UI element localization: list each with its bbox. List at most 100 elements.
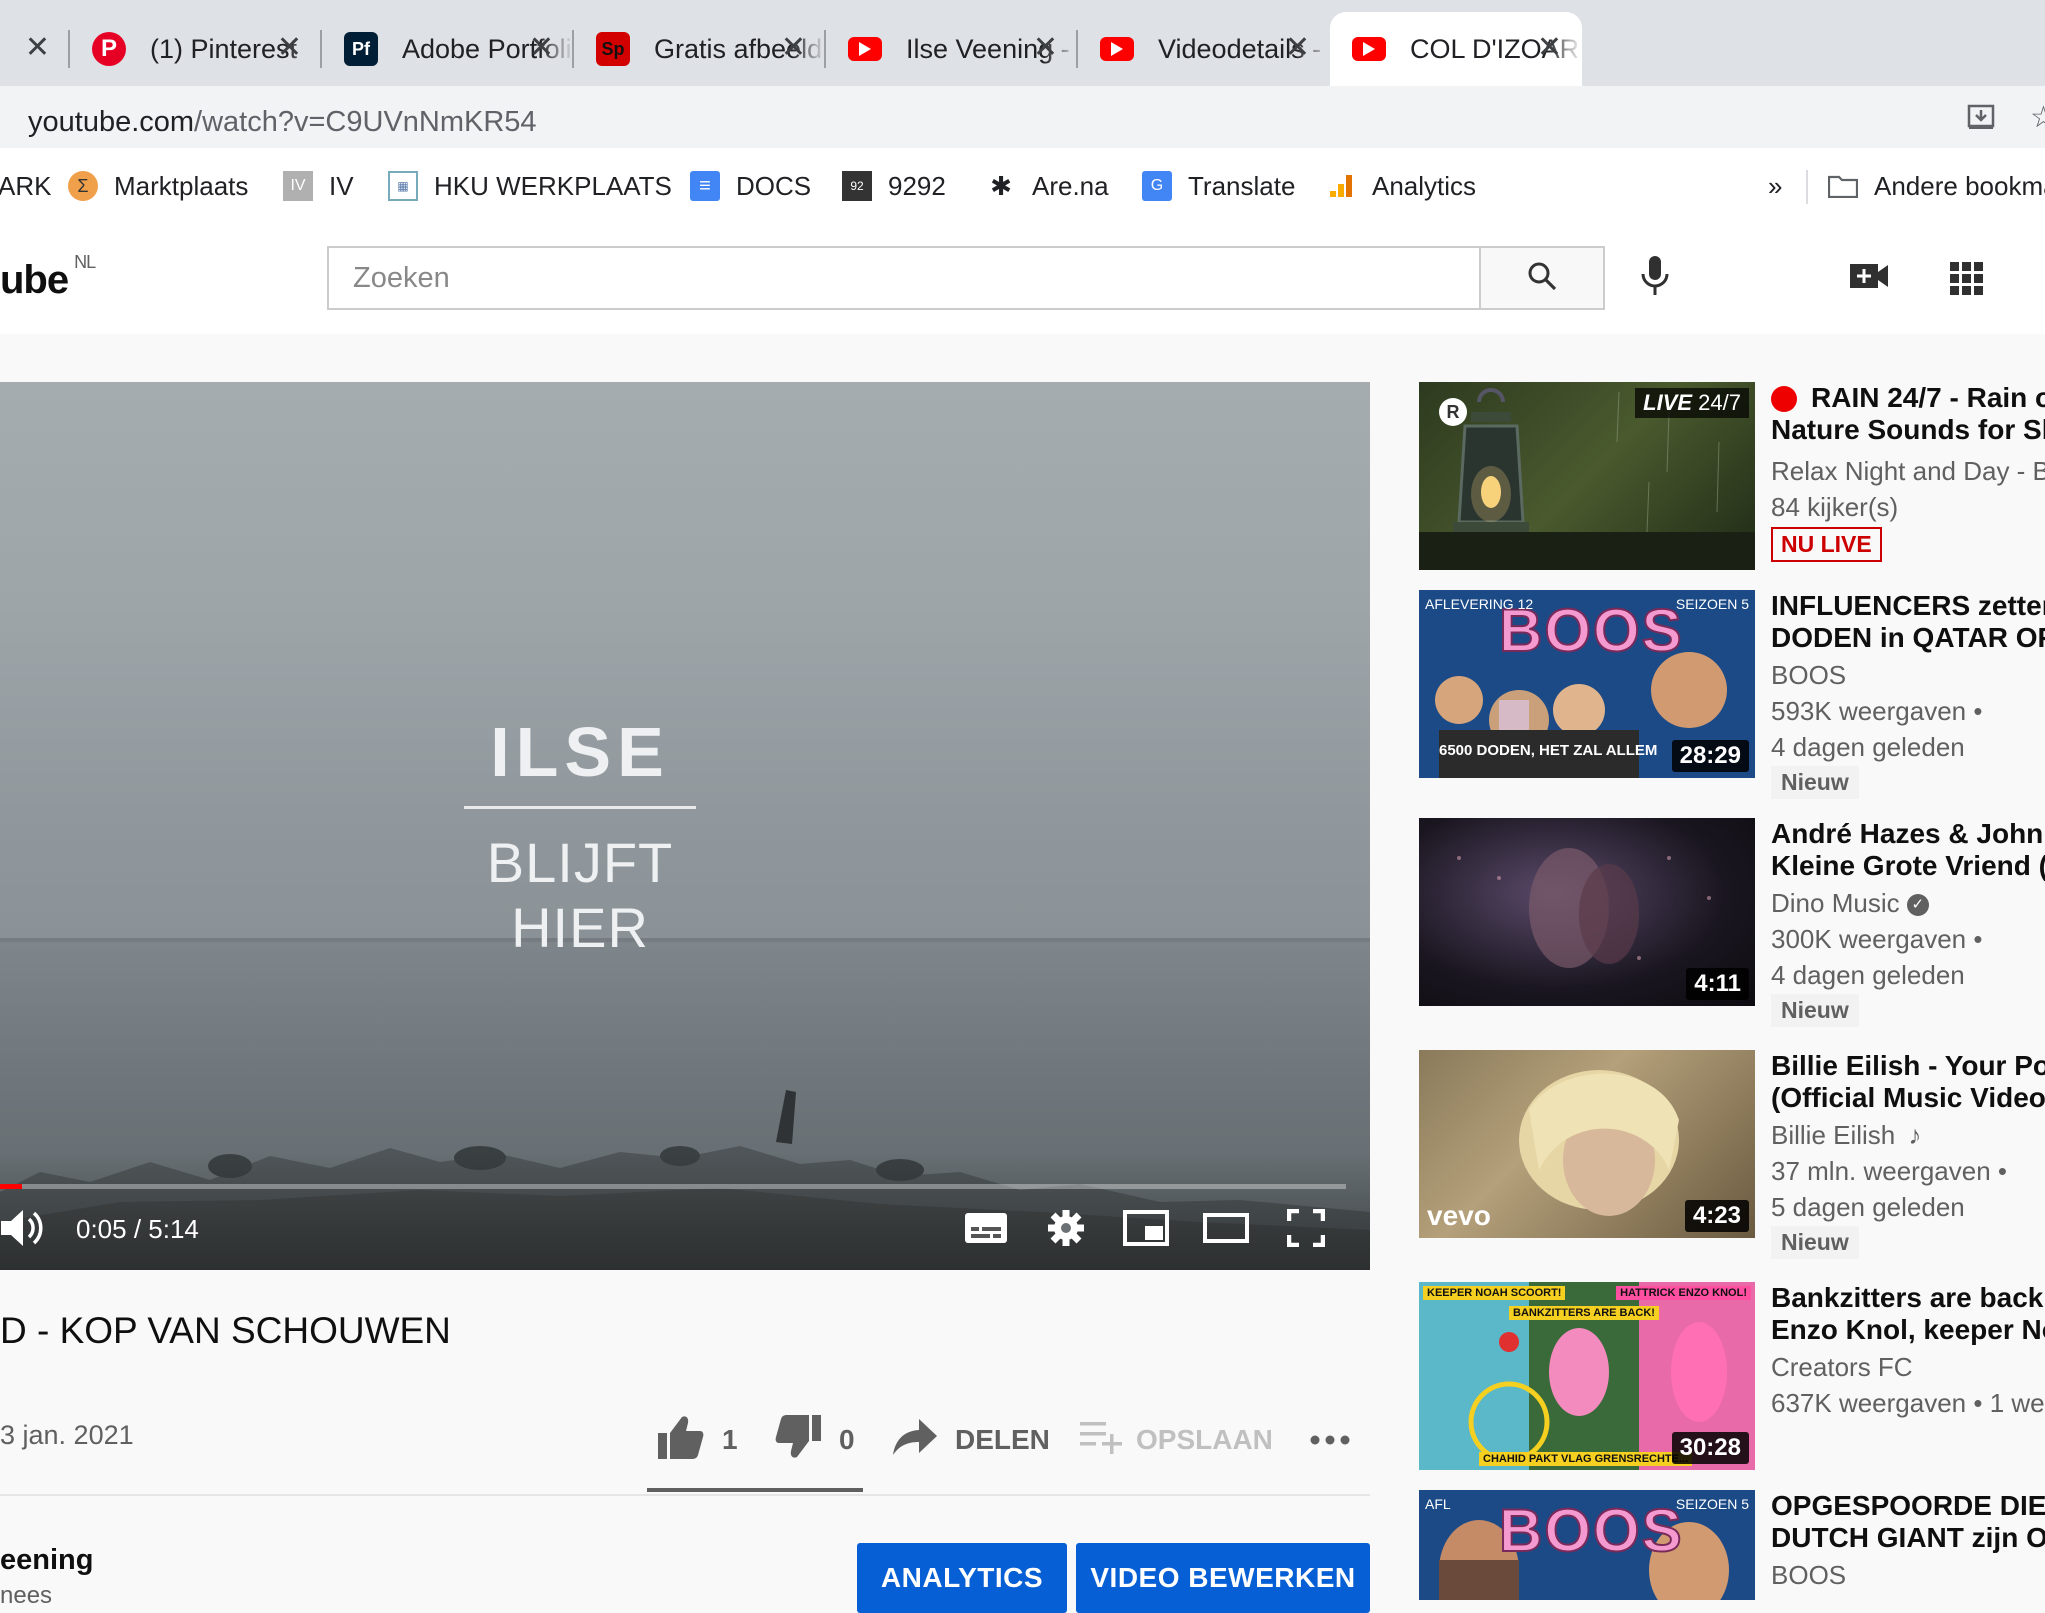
bookmark-docs[interactable]: ≡ DOCS xyxy=(690,150,811,222)
time-display: 0:05 / 5:14 xyxy=(76,1214,199,1244)
address-bar[interactable]: youtube.com/watch?v=C9UVnNmKR54 ☆ xyxy=(0,86,2045,150)
thumbs-up-icon xyxy=(658,1415,704,1466)
recommendation-channel[interactable]: Billie Eilish ♪ xyxy=(1771,1120,1922,1151)
bookmarks-bar: ARK Σ Marktplaats IV IV ▦ HKU WERKPLAATS… xyxy=(0,150,2045,224)
vevo-logo: vevo xyxy=(1427,1200,1491,1231)
folder-icon xyxy=(1828,171,1858,201)
star-icon[interactable]: ☆ xyxy=(2030,100,2045,135)
recommendation-title: André Hazes & John E xyxy=(1771,818,2045,849)
bookmarks-overflow[interactable]: » xyxy=(1768,150,1782,222)
recommendation-item[interactable]: 4:11 André Hazes & John E Kleine Grote V… xyxy=(1419,818,2045,1028)
bookmark-9292[interactable]: 92 9292 xyxy=(842,150,946,222)
recommendation-title-line2: DODEN in QATAR OPZ xyxy=(1771,622,2045,653)
video-player[interactable]: ILSE BLIJFT HIER 0:05 / 5:14 xyxy=(0,382,1370,1270)
youtube-icon xyxy=(848,37,882,61)
channel-name[interactable]: eening xyxy=(0,1544,93,1577)
recommendation-channel[interactable]: Dino Music ✓ xyxy=(1771,888,1929,919)
recommendation-channel[interactable]: Relax Night and Day - Be xyxy=(1771,456,2045,487)
tab-youtube-videodetails[interactable]: Videodetails - You ✕ xyxy=(1078,12,1330,86)
recommendation-channel[interactable]: BOOS xyxy=(1771,660,1846,691)
microphone-icon[interactable] xyxy=(1638,254,1672,303)
youtube-icon xyxy=(1100,37,1134,61)
recommendation-item[interactable]: vevo 4:23 Billie Eilish - Your Pow (Offi… xyxy=(1419,1050,2045,1260)
tab-spark[interactable]: Sp Gratis afbeeldingen ✕ xyxy=(574,12,826,86)
search-button[interactable] xyxy=(1479,246,1605,310)
progress-bar-fill xyxy=(0,1184,22,1189)
tab-close-icon[interactable]: ✕ xyxy=(1285,30,1310,66)
fullscreen-icon[interactable] xyxy=(1282,1204,1330,1252)
youtube-logo[interactable]: ube NL xyxy=(0,252,96,303)
tab-youtube-ilse[interactable]: Ilse Veening - You ✕ xyxy=(826,12,1078,86)
channel-logo-icon: R xyxy=(1439,398,1467,426)
create-video-icon[interactable] xyxy=(1850,262,1890,295)
boos-logo: BOOS xyxy=(1498,1496,1684,1565)
recommendation-views: 300K weergaven • xyxy=(1771,924,1983,954)
bookmark-translate[interactable]: G Translate xyxy=(1142,150,1295,222)
like-button[interactable]: 1 xyxy=(658,1410,738,1470)
recommendation-channel[interactable]: BOOS xyxy=(1771,1560,1846,1591)
music-note-icon: ♪ xyxy=(1908,1120,1922,1150)
search-input[interactable] xyxy=(329,248,1469,308)
recommendation-views: 37 mln. weergaven • xyxy=(1771,1156,2008,1186)
more-actions-icon[interactable] xyxy=(1310,1410,1350,1470)
progress-bar[interactable] xyxy=(0,1184,1346,1189)
video-thumbnail[interactable]: R LIVE 24/7 xyxy=(1419,382,1755,570)
video-thumbnail[interactable]: vevo 4:23 xyxy=(1419,1050,1755,1238)
dislike-button[interactable]: 0 xyxy=(775,1410,855,1470)
tab-close-icon[interactable]: ✕ xyxy=(1537,30,1562,66)
video-thumbnail[interactable]: BOOS AFL SEIZOEN 5 xyxy=(1419,1490,1755,1600)
recommendation-channel[interactable]: Creators FC xyxy=(1771,1352,1913,1383)
new-badge: Nieuw xyxy=(1771,994,1859,1027)
bookmark-analytics[interactable]: Analytics xyxy=(1326,150,1476,222)
recommendation-item[interactable]: KEEPER NOAH SCOORT! HATTRICK ENZO KNOL! … xyxy=(1419,1282,2045,1472)
url-text[interactable]: youtube.com/watch?v=C9UVnNmKR54 xyxy=(28,106,537,139)
analytics-button[interactable]: ANALYTICS xyxy=(857,1543,1067,1613)
tab-close-icon[interactable]: ✕ xyxy=(781,30,806,66)
tab-close-icon[interactable]: ✕ xyxy=(25,30,50,66)
tab-youtube-active[interactable]: COL D'IZOARD - ✕ xyxy=(1330,12,1582,86)
video-thumbnail[interactable]: 4:11 xyxy=(1419,818,1755,1006)
playlist-add-icon xyxy=(1080,1420,1122,1461)
recommendation-views: 84 kijker(s) xyxy=(1771,492,1899,522)
tab-close-icon[interactable]: ✕ xyxy=(1033,30,1058,66)
tab-close-icon[interactable]: ✕ xyxy=(277,30,302,66)
recommendation-item[interactable]: BOOS AFLEVERING 12 SEIZOEN 5 6500 DODEN,… xyxy=(1419,590,2045,800)
edit-video-button[interactable]: VIDEO BEWERKEN xyxy=(1076,1543,1370,1613)
tab-pinterest[interactable]: P (1) Pinterest ✕ xyxy=(70,12,322,86)
bookmark-iv[interactable]: IV IV xyxy=(283,150,354,222)
miniplayer-icon[interactable] xyxy=(1122,1204,1170,1252)
bookmark-arena[interactable]: ✱ Are.na xyxy=(986,150,1109,222)
other-bookmarks[interactable]: Andere bookmarks xyxy=(1828,150,2045,222)
translate-icon: G xyxy=(1142,171,1172,201)
save-button[interactable]: OPSLAAN xyxy=(1080,1410,1273,1470)
bookmark-ark[interactable]: ARK xyxy=(0,150,51,222)
tab-close-icon[interactable]: ✕ xyxy=(529,30,554,66)
video-overlay-subtitle: BLIJFT HIER xyxy=(486,831,674,959)
recommendation-item[interactable]: BOOS AFL SEIZOEN 5 OPGESPOORDE DIEVE DUT… xyxy=(1419,1490,2045,1600)
apps-grid-icon[interactable] xyxy=(1950,262,1984,301)
spark-icon: Sp xyxy=(596,32,630,66)
settings-gear-icon[interactable] xyxy=(1042,1204,1090,1252)
video-duration: 4:23 xyxy=(1684,1200,1749,1232)
theater-mode-icon[interactable] xyxy=(1202,1204,1250,1252)
install-icon[interactable] xyxy=(1966,102,1996,137)
iv-icon: IV xyxy=(283,171,313,201)
video-duration: 30:28 xyxy=(1671,1432,1749,1464)
calendar-icon: ▦ xyxy=(388,171,418,201)
arena-icon: ✱ xyxy=(990,170,1012,201)
recommendation-title: INFLUENCERS zetten xyxy=(1771,590,2045,621)
live-badge: NU LIVE xyxy=(1771,527,1882,562)
bookmark-hku[interactable]: ▦ HKU WERKPLAATS xyxy=(388,150,672,222)
tab[interactable]: ✕ xyxy=(0,12,70,86)
volume-icon[interactable] xyxy=(0,1204,48,1252)
tab-adobe-portfolio[interactable]: Pf Adobe Portfolio | B ✕ xyxy=(322,12,574,86)
marktplaats-icon: Σ xyxy=(68,171,98,201)
bookmark-marktplaats[interactable]: Σ Marktplaats xyxy=(68,150,248,222)
video-thumbnail[interactable]: KEEPER NOAH SCOORT! HATTRICK ENZO KNOL! … xyxy=(1419,1282,1755,1470)
recommendation-item[interactable]: R LIVE 24/7 RAIN 24/7 - Rain o Nature So… xyxy=(1419,382,2045,572)
subtitles-icon[interactable] xyxy=(962,1204,1010,1252)
recommendation-title-line2: (Official Music Video) xyxy=(1771,1082,2045,1113)
share-button[interactable]: DELEN xyxy=(893,1410,1050,1470)
video-thumbnail[interactable]: BOOS AFLEVERING 12 SEIZOEN 5 6500 DODEN,… xyxy=(1419,590,1755,778)
thumbs-down-icon xyxy=(775,1414,821,1466)
